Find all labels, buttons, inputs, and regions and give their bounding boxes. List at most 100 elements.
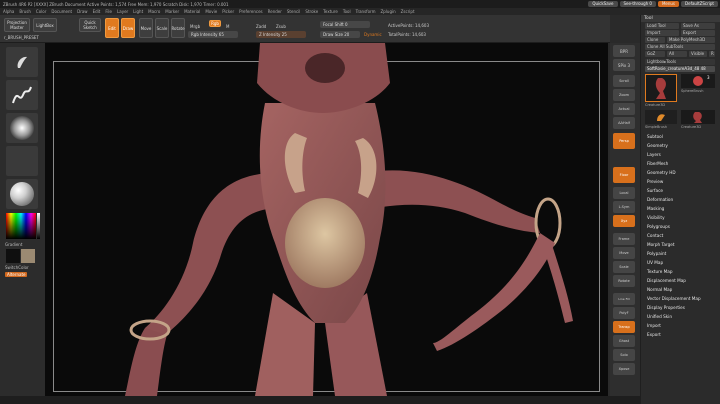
rgb-toggle[interactable]: Rgb	[209, 20, 221, 27]
stroke-selector[interactable]	[6, 80, 38, 110]
solo-button[interactable]: Solo	[613, 349, 635, 361]
shelf-rotate-button[interactable]: Rotate	[613, 275, 635, 287]
menu-color[interactable]: Color	[36, 9, 46, 14]
menu-draw[interactable]: Draw	[77, 9, 87, 14]
shelf-move-button[interactable]: Move	[613, 247, 635, 259]
alternate-button[interactable]: Alternate	[5, 272, 28, 277]
focal-shift-slider[interactable]: Focal Shift 0	[320, 21, 370, 28]
subpalette-fibermesh[interactable]: FiberMesh	[647, 160, 668, 167]
move-button[interactable]: Move	[139, 18, 153, 38]
zsub-toggle[interactable]: Zsub	[276, 24, 286, 29]
rgb-intensity-slider[interactable]: Rgb Intensity 65	[188, 31, 238, 38]
projection-master-button[interactable]: Projection Master	[4, 18, 30, 32]
brush-selector[interactable]	[6, 47, 38, 77]
tool-thumb-creature[interactable]	[645, 74, 677, 102]
subpalette-deformation[interactable]: Deformation	[647, 196, 673, 203]
menu-macro[interactable]: Macro	[148, 9, 160, 14]
menu-tool[interactable]: Tool	[343, 9, 351, 14]
main-color-swatch[interactable]	[6, 249, 20, 263]
menu-picker[interactable]: Picker	[222, 9, 234, 14]
goz-button[interactable]: GoZ	[645, 51, 665, 57]
visible-button[interactable]: Visible	[689, 51, 707, 57]
menu-stencil[interactable]: Stencil	[287, 9, 301, 14]
menu-light[interactable]: Light	[133, 9, 143, 14]
lightbox-button[interactable]: LightBox	[33, 18, 57, 32]
zoom-button[interactable]: Zoom	[613, 89, 635, 101]
default-script-button[interactable]: DefaultZScript	[681, 1, 718, 7]
creature-sculpt[interactable]	[45, 43, 608, 396]
menu-stroke[interactable]: Stroke	[305, 9, 318, 14]
save-as-button[interactable]: Save As	[681, 23, 715, 29]
draw-button[interactable]: Draw	[121, 18, 135, 38]
subpalette-polypaint[interactable]: Polypaint	[647, 250, 666, 257]
subpalette-layers[interactable]: Layers	[647, 151, 661, 158]
xpose-button[interactable]: Xpose	[613, 363, 635, 375]
spix-slider[interactable]: SPix 3	[613, 59, 635, 71]
subpalette-uv-map[interactable]: UV Map	[647, 259, 663, 266]
clone-all-subtools-button[interactable]: Clone All SubTools	[645, 44, 715, 50]
menu-movie[interactable]: Movie	[205, 9, 217, 14]
edit-button[interactable]: Edit	[105, 18, 119, 38]
menu-texture[interactable]: Texture	[323, 9, 338, 14]
menu-file[interactable]: File	[105, 9, 112, 14]
color-picker[interactable]	[6, 213, 36, 239]
shelf-scale-button[interactable]: Scale	[613, 261, 635, 273]
menu-alpha[interactable]: Alpha	[3, 9, 14, 14]
color-value-strip[interactable]	[37, 213, 40, 239]
tool-palette-title[interactable]: Tool	[641, 15, 720, 22]
menu-render[interactable]: Render	[268, 9, 282, 14]
import-button[interactable]: Import	[645, 30, 679, 36]
switch-color-label[interactable]: SwitchColor	[5, 265, 29, 270]
subpalette-displacement-map[interactable]: Displacement Map	[647, 277, 686, 284]
menus-button[interactable]: Menus	[657, 1, 680, 7]
subpalette-preview[interactable]: Preview	[647, 178, 663, 185]
line-fill-button[interactable]: Line Fill	[613, 293, 635, 305]
transp-button[interactable]: Transp	[613, 321, 635, 333]
menu-preferences[interactable]: Preferences	[239, 9, 263, 14]
subpalette-geometry[interactable]: Geometry	[647, 142, 668, 149]
subpalette-contact[interactable]: Contact	[647, 232, 663, 239]
alpha-selector[interactable]	[6, 113, 38, 143]
xyz-button[interactable]: Xyz	[613, 215, 635, 227]
texture-selector[interactable]	[6, 146, 38, 176]
quicksave-button[interactable]: QuickSave	[588, 1, 618, 7]
menu-marker[interactable]: Marker	[165, 9, 179, 14]
zadd-toggle[interactable]: Zadd	[256, 24, 266, 29]
aahalf-button[interactable]: AAHalf	[613, 117, 635, 129]
bpr-button[interactable]: BPR	[613, 45, 635, 57]
load-tool-button[interactable]: Load Tool	[645, 23, 679, 29]
mrgb-toggle[interactable]: Mrgb	[190, 24, 200, 29]
tool-thumb-simple[interactable]	[645, 110, 677, 124]
subpalette-import[interactable]: Import	[647, 322, 661, 329]
menu-document[interactable]: Document	[51, 9, 72, 14]
subpalette-geometry-hd[interactable]: Geometry HD	[647, 169, 676, 176]
subpalette-visibility[interactable]: Visibility	[647, 214, 665, 221]
subpalette-surface[interactable]: Surface	[647, 187, 663, 194]
menu-brush[interactable]: Brush	[19, 9, 31, 14]
menu-edit[interactable]: Edit	[93, 9, 101, 14]
secondary-color-swatch[interactable]	[21, 249, 35, 263]
actual-button[interactable]: Actual	[613, 103, 635, 115]
material-selector[interactable]	[6, 179, 38, 209]
menu-transform[interactable]: Transform	[356, 9, 376, 14]
r-button[interactable]: R	[709, 51, 715, 57]
subpalette-export[interactable]: Export	[647, 331, 661, 338]
dynamic-toggle[interactable]: Dynamic	[364, 32, 382, 37]
subpalette-normal-map[interactable]: Normal Map	[647, 286, 672, 293]
current-tool-slider[interactable]: SoftRosie_creatureA3d_48 48	[645, 66, 715, 72]
subpalette-unified-skin[interactable]: Unified Skin	[647, 313, 672, 320]
make-polymesh-button[interactable]: Make PolyMesh3D	[667, 37, 715, 43]
polyf-button[interactable]: PolyF	[613, 307, 635, 319]
local-button[interactable]: Local	[613, 187, 635, 199]
scale-button[interactable]: Scale	[155, 18, 169, 38]
subpalette-morph-target[interactable]: Morph Target	[647, 241, 675, 248]
ghost-button[interactable]: Ghost	[613, 335, 635, 347]
see-through-slider[interactable]: See-through 0	[619, 1, 656, 7]
m-toggle[interactable]: M	[226, 24, 229, 29]
persp-button[interactable]: Persp	[613, 133, 635, 149]
subpalette-display-properties[interactable]: Display Properties	[647, 304, 685, 311]
menu-zscript[interactable]: Zscript	[401, 9, 415, 14]
export-button[interactable]: Export	[681, 30, 715, 36]
lightbox-tools-button[interactable]: Lightbox▸Tools	[645, 59, 715, 65]
rotate-button[interactable]: Rotate	[171, 18, 185, 38]
